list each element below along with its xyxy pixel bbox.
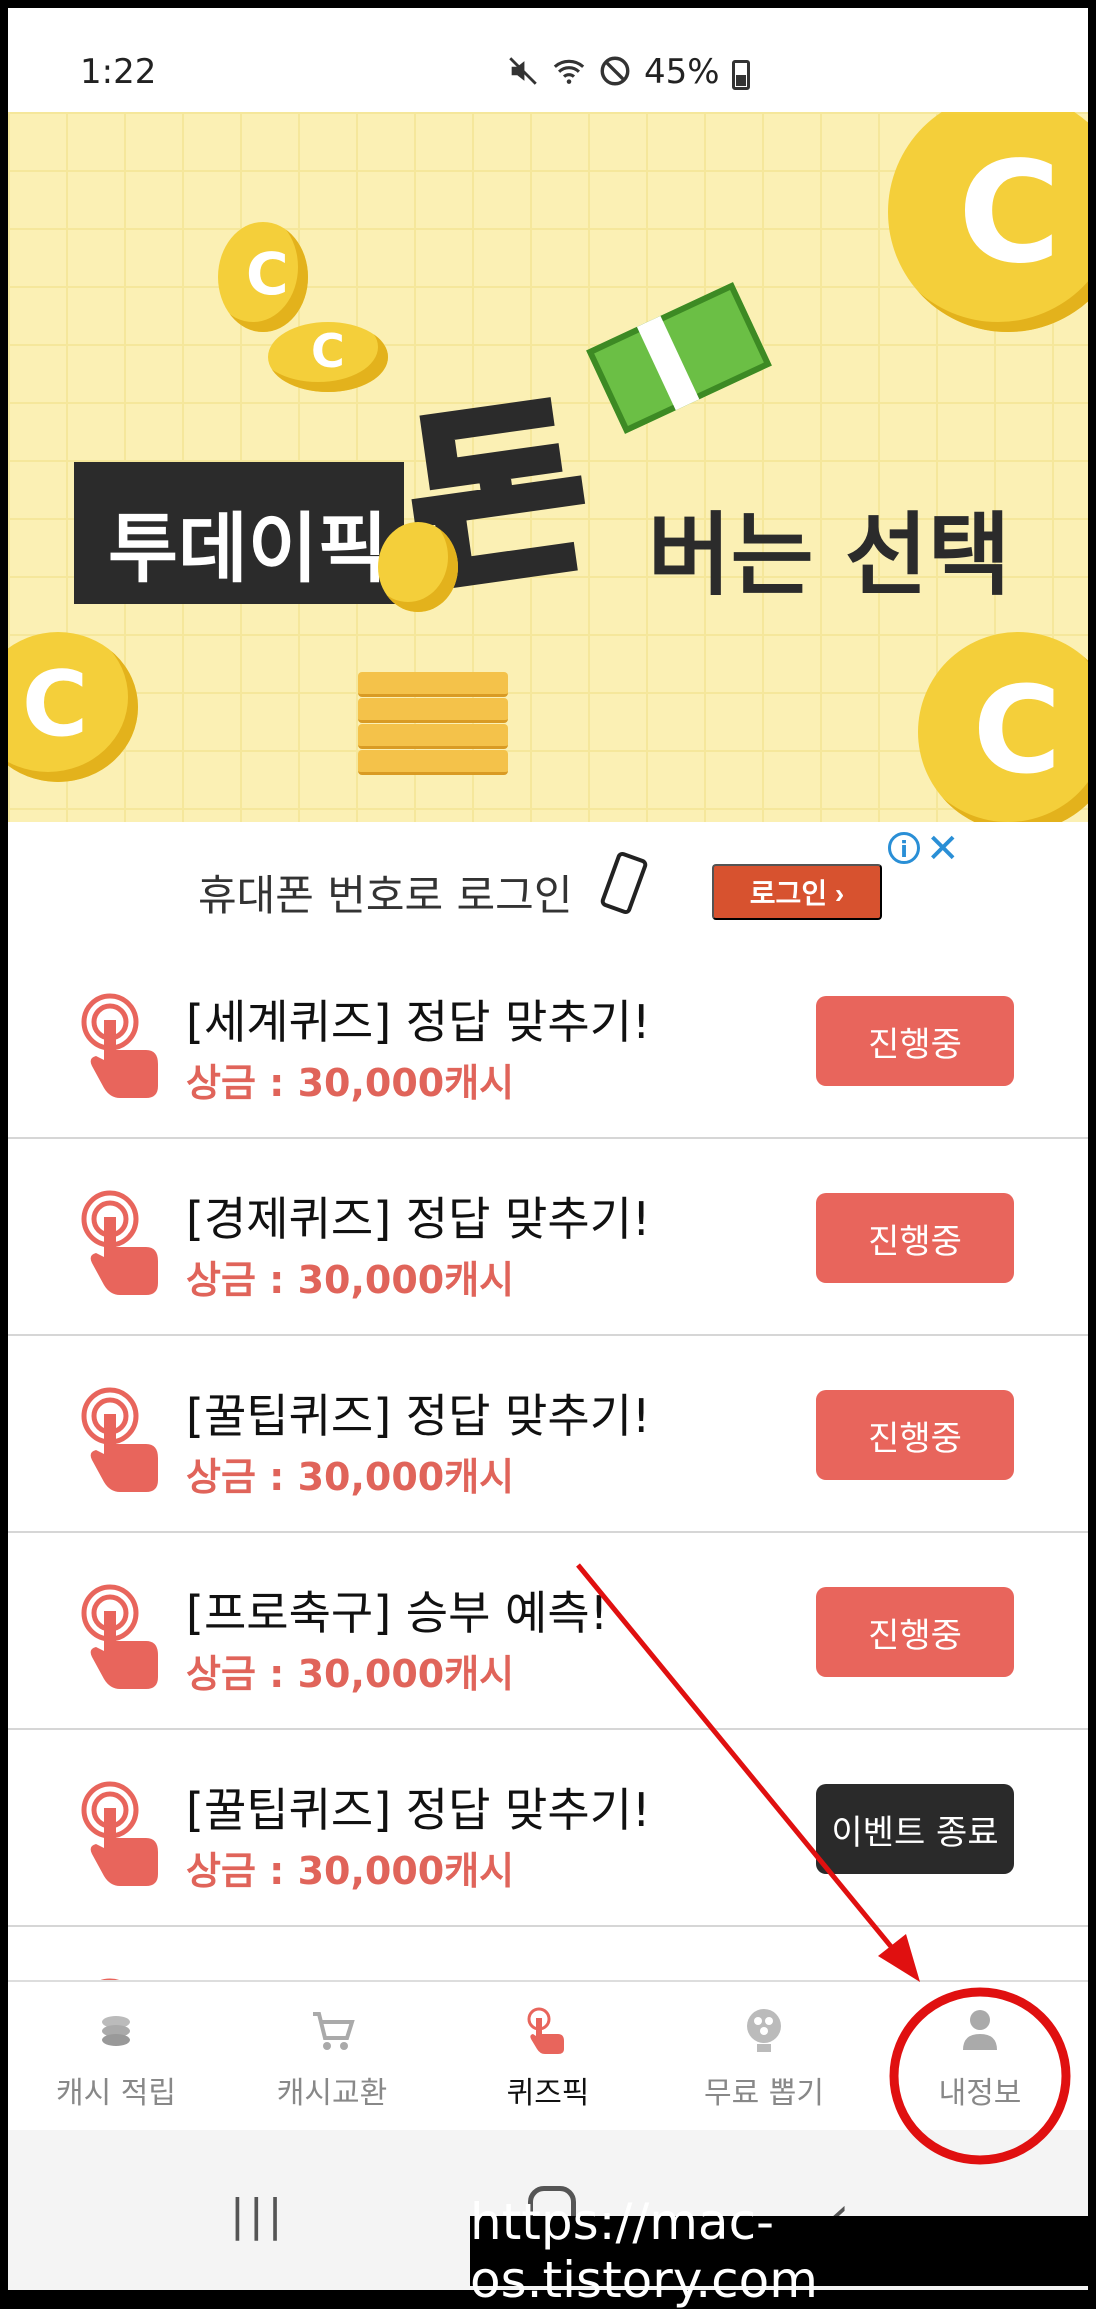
- wifi-icon: [552, 54, 586, 97]
- nav-label: 내정보: [938, 2076, 1022, 2111]
- nav-label: 캐시교환: [276, 2076, 388, 2111]
- quiz-title: [프로축구] 승부 예측!: [186, 1586, 609, 1640]
- nav-label: 무료 뽑기: [704, 2076, 824, 2111]
- quiz-status-button[interactable]: 진행중: [816, 1390, 1014, 1480]
- quiz-title: [꿀팁퀴즈] 정답 맞추기!: [186, 1783, 651, 1837]
- coin-letter: C: [22, 652, 89, 757]
- quiz-prize: 상금 : 30,000캐시: [186, 1061, 515, 1105]
- quiz-prize: 상금 : 30,000캐시: [186, 1258, 515, 1302]
- tap-hand-icon: [80, 1581, 176, 1691]
- status-time: 1:22: [80, 52, 157, 92]
- quiz-status-button[interactable]: 진행중: [816, 1587, 1014, 1677]
- lottery-ball-icon: [739, 2004, 789, 2054]
- coin-graphic: [378, 522, 458, 612]
- nav-label: 퀴즈픽: [506, 2076, 590, 2111]
- quiz-title: [꿀팁퀴즈] 정답 맞추기!: [186, 1389, 651, 1443]
- quiz-row[interactable]: [프로축구] 승부 예측! 상금 : 30,000캐시 진행중: [8, 1533, 1088, 1730]
- quiz-title: [경제퀴즈] 정답 맞추기!: [186, 1192, 651, 1246]
- status-bar: 1:22 45%: [8, 8, 1088, 112]
- tap-hand-icon: [80, 1384, 176, 1494]
- cart-icon: [307, 2004, 357, 2054]
- quiz-row[interactable]: [꿀팁퀴즈] 정답 맞추기! 상금 : 30,000캐시 진행중: [8, 1336, 1088, 1533]
- quiz-title: [세계퀴즈] 정답 맞추기!: [186, 995, 651, 1049]
- quiz-prize: 상금 : 30,000캐시: [186, 1849, 515, 1893]
- nav-item[interactable]: 캐시교환: [224, 1982, 440, 2132]
- tap-hand-icon: [80, 1187, 176, 1297]
- banner-title-left: 투데이픽: [108, 504, 388, 593]
- tap-hand-icon: [523, 2004, 573, 2054]
- coin-letter: C: [311, 324, 345, 378]
- nav-label: 캐시 적립: [56, 2076, 176, 2111]
- mute-icon: [506, 54, 540, 97]
- coin-letter: C: [973, 662, 1062, 801]
- recent-apps-icon[interactable]: |||: [230, 2190, 286, 2241]
- nav-item[interactable]: 내정보: [872, 1982, 1088, 2132]
- nav-item[interactable]: 캐시 적립: [8, 1982, 224, 2132]
- quiz-row[interactable]: [꿀팁퀴즈] 정답 맞추기! 상금 : 30,000캐시 이벤트 종료: [8, 1730, 1088, 1927]
- quiz-prize: 상금 : 30,000캐시: [186, 1455, 515, 1499]
- phone-screen: 1:22 45% C C C C C 투데이픽 돈 버는 선택 휴대폰 번호로 …: [8, 8, 1088, 2290]
- do-not-disturb-icon: [598, 54, 632, 97]
- person-icon: [955, 2004, 1005, 2054]
- quiz-status-button[interactable]: 이벤트 종료: [816, 1784, 1014, 1874]
- coin-stack-graphic: [358, 672, 508, 775]
- coin-letter: C: [958, 132, 1061, 295]
- nav-item[interactable]: 무료 뽑기: [656, 1982, 872, 2132]
- tap-hand-icon: [80, 990, 176, 1100]
- ad-info-icon[interactable]: i: [888, 832, 920, 864]
- quiz-prize: 상금 : 30,000캐시: [186, 1652, 515, 1696]
- tap-hand-icon: [80, 1778, 176, 1888]
- ad-text: 휴대폰 번호로 로그인: [198, 871, 573, 920]
- coins-icon: [91, 2004, 141, 2054]
- battery-percent: 45%: [644, 52, 720, 92]
- ad-close-icon[interactable]: ✕: [926, 826, 960, 872]
- bottom-nav: 캐시 적립 캐시교환 퀴즈픽 무료 뽑기 내정보: [8, 1980, 1088, 2132]
- ad-login-button[interactable]: 로그인 ›: [712, 864, 882, 920]
- quiz-row[interactable]: [경제퀴즈] 정답 맞추기! 상금 : 30,000캐시 진행중: [8, 1139, 1088, 1336]
- promo-banner[interactable]: C C C C C 투데이픽 돈 버는 선택: [8, 112, 1088, 822]
- ad-strip[interactable]: 휴대폰 번호로 로그인 로그인 › i ✕: [8, 822, 1088, 942]
- quiz-row[interactable]: [세계퀴즈] 정답 맞추기! 상금 : 30,000캐시 진행중: [8, 942, 1088, 1139]
- nav-item[interactable]: 퀴즈픽: [440, 1982, 656, 2132]
- quiz-list: [세계퀴즈] 정답 맞추기! 상금 : 30,000캐시 진행중 [경제퀴즈] …: [8, 942, 1088, 2124]
- quiz-status-button[interactable]: 진행중: [816, 1193, 1014, 1283]
- quiz-status-button[interactable]: 진행중: [816, 996, 1014, 1086]
- watermark: https://mac-os.tistory.com: [470, 2193, 1090, 2309]
- phone-icon: [599, 850, 649, 916]
- coin-letter: C: [246, 240, 289, 308]
- banner-title-right: 버는 선택: [648, 503, 1011, 608]
- battery-icon: [732, 60, 750, 90]
- cash-bundle-graphic: [586, 282, 772, 434]
